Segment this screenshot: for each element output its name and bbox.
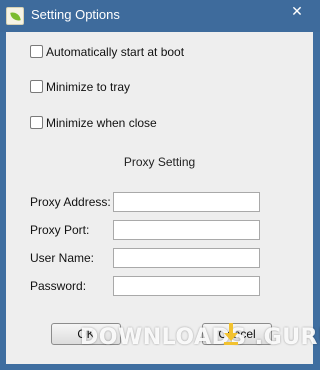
minimize-close-option[interactable]: Minimize when close — [30, 115, 157, 131]
minimize-close-checkbox[interactable] — [30, 116, 43, 130]
ok-button[interactable]: OK — [51, 323, 121, 345]
close-icon[interactable]: ✕ — [280, 0, 314, 22]
minimize-tray-label[interactable]: Minimize to tray — [46, 80, 130, 94]
settings-panel: Automatically start at boot Minimize to … — [6, 32, 313, 364]
app-icon — [6, 7, 24, 25]
proxy-port-label: Proxy Port: — [30, 223, 90, 237]
password-label: Password: — [30, 279, 87, 293]
settings-window: Setting Options ✕ Automatically start at… — [0, 0, 320, 370]
auto-start-label[interactable]: Automatically start at boot — [46, 45, 184, 59]
minimize-tray-option[interactable]: Minimize to tray — [30, 79, 130, 95]
title-bar[interactable]: Setting Options ✕ — [0, 0, 320, 32]
minimize-tray-checkbox[interactable] — [30, 80, 43, 94]
auto-start-checkbox[interactable] — [30, 45, 43, 59]
auto-start-option[interactable]: Automatically start at boot — [30, 44, 184, 60]
proxy-port-input[interactable] — [113, 220, 260, 240]
proxy-address-input[interactable] — [113, 192, 260, 212]
password-input[interactable] — [113, 276, 260, 296]
proxy-address-label: Proxy Address: — [30, 195, 111, 209]
window-title: Setting Options — [31, 7, 120, 22]
proxy-section-title: Proxy Setting — [123, 155, 196, 169]
cancel-button[interactable]: Cancel — [202, 323, 272, 345]
user-name-label: User Name: — [30, 251, 95, 265]
minimize-close-label[interactable]: Minimize when close — [46, 116, 157, 130]
user-name-input[interactable] — [113, 248, 260, 268]
